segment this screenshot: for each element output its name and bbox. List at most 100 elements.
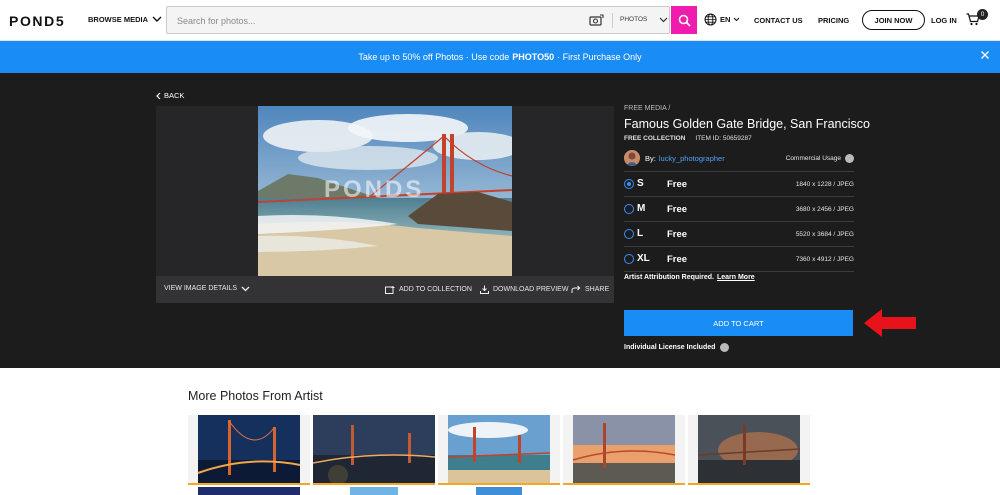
price-label: Free — [667, 179, 688, 190]
chevron-down-icon — [734, 17, 740, 22]
promo-text-suffix: · First Purchase Only — [557, 52, 642, 62]
thumbnail[interactable] — [438, 415, 560, 485]
view-details-label: VIEW IMAGE DETAILS — [164, 285, 237, 292]
breadcrumb[interactable]: FREE MEDIA / — [624, 105, 670, 112]
share-button[interactable]: SHARE — [571, 285, 609, 294]
thumbnail-bar — [563, 483, 685, 485]
share-icon — [571, 285, 581, 293]
dimensions-label: 1840 x 1228 / JPEG — [795, 181, 854, 188]
item-meta: FREE COLLECTION ITEM ID: 50659287 — [624, 135, 752, 142]
artist-link[interactable]: lucky_photographer — [659, 154, 725, 163]
more-photos-grid — [188, 415, 812, 495]
artist-row: By: lucky_photographer Commercial Usage — [624, 150, 854, 170]
search-button[interactable] — [671, 6, 697, 34]
join-now-button[interactable]: JOIN NOW — [862, 10, 925, 30]
watermark: PONDS — [324, 176, 425, 203]
size-options: S Free 1840 x 1228 / JPEG M Free 3680 x … — [624, 171, 854, 272]
thumbnail-bar — [313, 483, 435, 485]
attribution-notice: Artist Attribution Required. Learn More — [624, 274, 755, 281]
size-option-l[interactable]: L Free 5520 x 3684 / JPEG — [624, 222, 854, 247]
add-to-collection-button[interactable]: ADD TO COLLECTION — [385, 285, 472, 294]
attribution-text: Artist Attribution Required. — [624, 274, 714, 281]
info-icon[interactable] — [845, 154, 854, 163]
artist-byline: By: lucky_photographer — [645, 154, 725, 163]
size-label: S — [637, 178, 644, 189]
by-label: By: — [645, 154, 656, 163]
price-label: Free — [667, 254, 688, 265]
image-viewer: PONDS — [156, 106, 614, 276]
visual-search-icon[interactable] — [589, 14, 604, 27]
thumbnail[interactable] — [350, 487, 398, 495]
thumbnail[interactable] — [188, 415, 310, 485]
download-preview-button[interactable]: DOWNLOAD PREVIEW — [480, 285, 568, 294]
search-type-select[interactable]: PHOTOS — [620, 16, 668, 23]
learn-more-link[interactable]: Learn More — [717, 274, 755, 281]
size-label: L — [637, 228, 644, 239]
dimensions-label: 3680 x 2456 / JPEG — [795, 206, 854, 213]
contact-us-link[interactable]: CONTACT US — [754, 16, 803, 25]
add-collection-label: ADD TO COLLECTION — [399, 286, 472, 293]
globe-icon — [704, 13, 717, 26]
info-icon[interactable] — [720, 343, 730, 352]
pond5-logo[interactable]: POND5 — [9, 13, 65, 29]
size-option-s[interactable]: S Free 1840 x 1228 / JPEG — [624, 172, 854, 197]
pricing-link[interactable]: PRICING — [818, 16, 849, 25]
size-option-m[interactable]: M Free 3680 x 2456 / JPEG — [624, 197, 854, 222]
search-type-label: PHOTOS — [620, 16, 648, 23]
view-image-details-button[interactable]: VIEW IMAGE DETAILS — [164, 285, 250, 292]
thumbnail-bar — [438, 483, 560, 485]
price-label: Free — [667, 229, 688, 240]
top-nav: POND5 BROWSE MEDIA PHOTOS EN CONTACT US … — [0, 0, 1000, 41]
download-preview-label: DOWNLOAD PREVIEW — [493, 286, 569, 293]
close-icon[interactable] — [980, 50, 990, 60]
chevron-down-icon — [152, 16, 162, 22]
language-label: EN — [720, 15, 731, 24]
search-bar: PHOTOS — [166, 6, 670, 34]
promo-text: Take up to 50% off Photos · Use code — [358, 52, 510, 62]
usage-label: Commercial Usage — [785, 155, 841, 162]
log-in-link[interactable]: LOG IN — [931, 16, 957, 25]
license-label: Individual License Included — [624, 344, 716, 351]
red-arrow-annotation — [864, 309, 916, 337]
promo-code: PHOTO50 — [512, 52, 555, 62]
preview-image[interactable]: PONDS — [258, 106, 512, 276]
radio-unselected[interactable] — [624, 229, 634, 239]
thumbnail[interactable] — [313, 415, 435, 485]
search-divider — [612, 13, 613, 28]
more-photos-heading: More Photos From Artist — [188, 389, 323, 403]
thumbnail[interactable] — [476, 487, 522, 495]
radio-unselected[interactable] — [624, 204, 634, 214]
add-to-cart-button[interactable]: ADD TO CART — [624, 310, 853, 336]
license-notice: Individual License Included — [624, 343, 730, 352]
thumbnail[interactable] — [563, 415, 685, 485]
price-label: Free — [667, 204, 688, 215]
page-title: Famous Golden Gate Bridge, San Francisco — [624, 117, 870, 131]
chevron-down-icon — [659, 17, 668, 22]
back-link[interactable]: BACK — [156, 91, 184, 100]
thumbnail[interactable] — [688, 415, 810, 485]
back-label: BACK — [164, 91, 185, 100]
thumbnail-bar — [188, 483, 310, 485]
radio-unselected[interactable] — [624, 254, 634, 264]
dimensions-label: 5520 x 3684 / JPEG — [795, 231, 854, 238]
radio-selected[interactable] — [624, 179, 634, 189]
media-detail-section: BACK PONDS VIEW IMAGE DETAILS ADD TO COL… — [0, 73, 1000, 368]
promo-banner: Take up to 50% off Photos · Use code PHO… — [0, 41, 1000, 73]
thumbnail-bar — [688, 483, 810, 485]
commercial-usage: Commercial Usage — [786, 154, 854, 163]
language-select[interactable]: EN — [704, 13, 740, 26]
search-icon — [678, 14, 691, 27]
cart-count-badge: 0 — [977, 9, 988, 20]
download-icon — [480, 285, 489, 294]
add-collection-icon — [385, 286, 395, 294]
image-toolbar: VIEW IMAGE DETAILS ADD TO COLLECTION DOW… — [156, 276, 614, 303]
chevron-down-icon — [241, 286, 250, 291]
dimensions-label: 7360 x 4912 / JPEG — [795, 256, 854, 263]
size-label: M — [637, 203, 646, 214]
size-option-xl[interactable]: XL Free 7360 x 4912 / JPEG — [624, 247, 854, 272]
browse-media-menu[interactable]: BROWSE MEDIA — [88, 15, 162, 24]
thumbnail[interactable] — [198, 487, 300, 495]
search-input[interactable] — [177, 13, 557, 29]
avatar[interactable] — [624, 150, 640, 166]
item-id: ITEM ID: 50659287 — [695, 135, 752, 142]
